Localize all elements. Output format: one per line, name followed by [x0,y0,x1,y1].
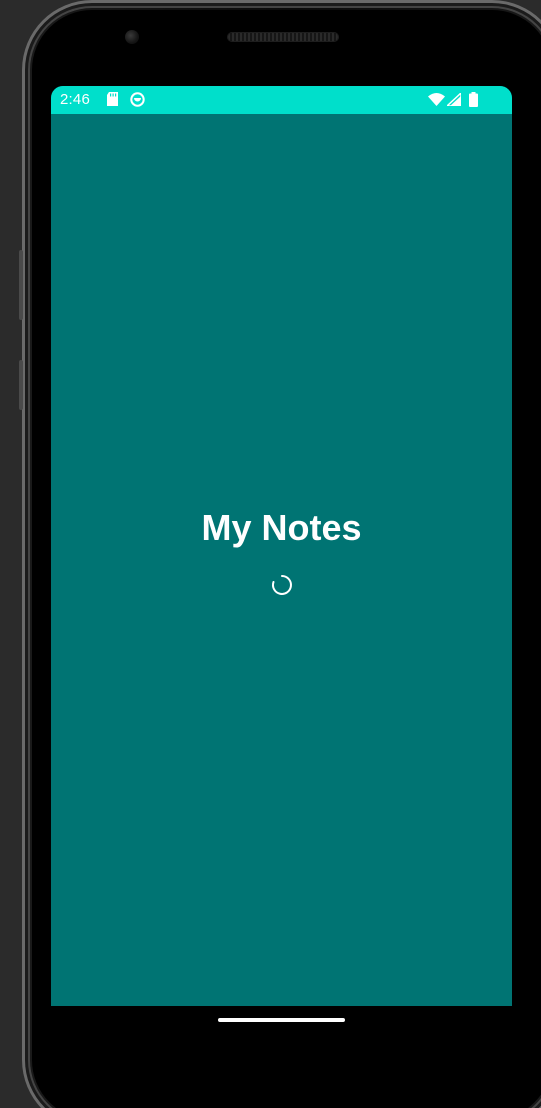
status-time: 2:46 [60,91,90,108]
app-title: My Notes [201,507,362,548]
earpiece-speaker [228,33,338,41]
app-notification-icon [130,92,145,112]
wifi-icon [428,93,445,111]
battery-icon [469,92,478,112]
device-screen: 2:46 My Notes [51,86,512,1006]
volume-up-button[interactable] [19,360,23,410]
front-camera [125,30,139,44]
status-bar: 2:46 [51,86,512,114]
splash-content: My Notes [51,114,512,1006]
sd-card-icon [106,92,119,111]
emulator-stage: 2:46 My Notes [0,0,541,1108]
gesture-nav-bar [51,1006,512,1066]
power-button[interactable] [19,250,23,320]
loading-spinner-icon [271,574,293,596]
home-gesture-handle[interactable] [218,1018,345,1022]
cell-signal-icon [445,91,462,111]
